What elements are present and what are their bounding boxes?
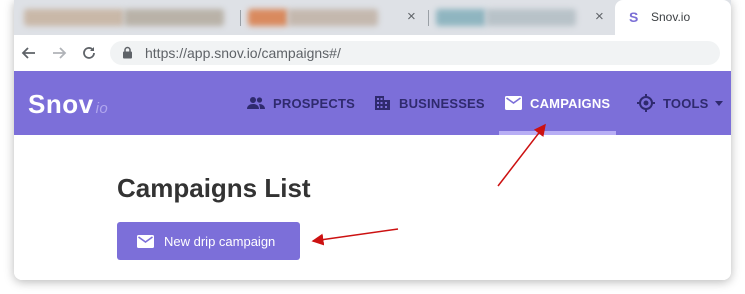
annotation-arrow-to-button (311, 228, 399, 246)
annotation-arrow-to-campaigns (497, 123, 546, 187)
annotation-arrows (311, 123, 546, 246)
